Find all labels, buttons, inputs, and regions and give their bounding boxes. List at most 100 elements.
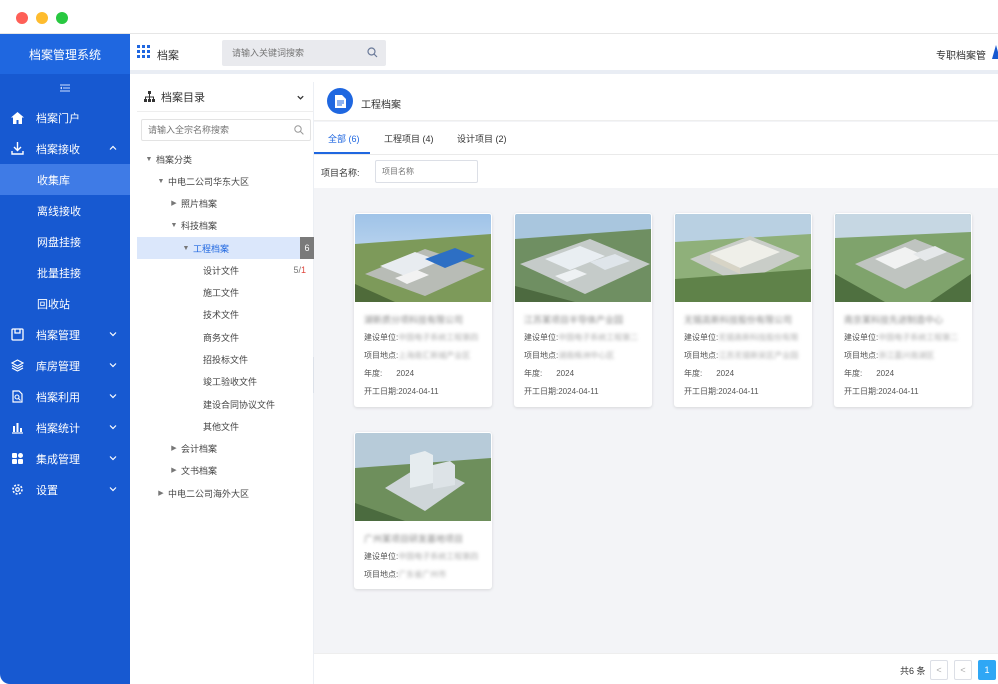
project-card[interactable]: 无锡高新科技股份有限公司 建设单位:无锡高新科技股份有限 项目地点:江苏无锡新吴… (674, 213, 812, 407)
next-page-button[interactable]: < (954, 660, 972, 680)
project-name: 广州某项目研发基地项目 (364, 534, 464, 544)
year-value: 2024 (396, 369, 415, 378)
sidebar-item-offline-receive[interactable]: 离线接收 (0, 195, 130, 226)
close-window-button[interactable] (16, 12, 28, 24)
location-field: 项目地点:广东省广州市 (364, 570, 447, 579)
search-icon[interactable] (294, 125, 304, 135)
global-search-input[interactable] (222, 40, 362, 66)
tab-engineering-projects[interactable]: 工程项目 (4) (384, 132, 434, 145)
tree-node-construction-files[interactable]: 施工文件 (137, 281, 314, 303)
caret-down-icon: ▼ (157, 177, 165, 185)
caret-right-icon: ▶ (158, 490, 164, 497)
project-card[interactable]: 南京某科技先进制造中心 建设单位:中国电子系统工程第二 项目地点:浙江嘉兴南湖区… (834, 213, 972, 407)
location-field: 项目地点:江苏无锡新吴区产业园 (684, 351, 799, 360)
tree-node-photo[interactable]: ▶ 照片档案 (137, 192, 314, 214)
sidebar-item-label: 档案统计 (36, 422, 80, 435)
tree-node-label: 会计档案 (181, 443, 218, 454)
app-grid-icon[interactable] (137, 45, 151, 59)
tree-node-label: 中电二公司海外大区 (168, 488, 250, 499)
sidebar-item-utilization[interactable]: 档案利用 (0, 381, 130, 412)
project-name-input[interactable] (375, 160, 478, 183)
user-avatar-icon[interactable] (992, 45, 998, 59)
sidebar: 档案管理系统 档案门户 档案接收 收集库 离线接收 网盘挂接 批量挂接 回收站 … (0, 34, 130, 684)
tree-node-east-china[interactable]: ▼ 中电二公司华东大区 (137, 170, 314, 192)
tree-node-label: 招投标文件 (203, 354, 249, 365)
tree-node-accounting[interactable]: ▶ 会计档案 (137, 437, 314, 459)
app-brand: 档案管理系统 (0, 34, 130, 74)
tree-header[interactable]: 档案目录 (137, 82, 313, 112)
tree-node-overseas[interactable]: ▶ 中电二公司海外大区 (137, 482, 314, 504)
user-name[interactable]: 专职档案管 (936, 47, 986, 62)
chevron-down-icon[interactable] (296, 93, 305, 102)
sidebar-item-batch-mount[interactable]: 批量挂接 (0, 257, 130, 288)
caret-right-icon: ▶ (171, 200, 177, 207)
window-titlebar (0, 0, 998, 34)
sidebar-item-label: 档案接收 (36, 143, 80, 156)
sidebar-item-receive[interactable]: 档案接收 (0, 133, 130, 164)
tree-node-technical-files[interactable]: 技术文件 (137, 303, 314, 325)
tab-all[interactable]: 全部 (6) (328, 132, 360, 145)
prev-page-button[interactable]: < (930, 660, 948, 680)
tree-node-bidding-files[interactable]: 招投标文件 (137, 348, 314, 370)
tree-node-label: 竣工验收文件 (203, 376, 258, 387)
tree-node-documents[interactable]: ▶ 文书档案 (137, 459, 314, 481)
tree-search-input[interactable] (142, 120, 292, 140)
bar-chart-icon (10, 421, 24, 435)
sidebar-item-integration[interactable]: 集成管理 (0, 443, 130, 474)
chevron-down-icon (109, 332, 117, 337)
sidebar-item-warehouse[interactable]: 库房管理 (0, 350, 130, 381)
project-card[interactable]: 湖新质分项科技有限公司 建设单位:中国电子系统工程第四 项目地点:上海南汇新城产… (354, 213, 492, 407)
tree-node-acceptance-files[interactable]: 竣工验收文件 (137, 370, 314, 392)
tree-node-label: 商务文件 (203, 332, 240, 343)
tree-node-label: 施工文件 (203, 287, 240, 298)
search-icon[interactable] (367, 47, 378, 58)
location-value: 上海南汇新城产业区 (398, 351, 471, 360)
location-field: 项目地点:上海南汇新城产业区 (364, 351, 471, 360)
sidebar-item-netdisk-mount[interactable]: 网盘挂接 (0, 226, 130, 257)
tree-node-category[interactable]: ▼ 档案分类 (137, 148, 314, 170)
tree-node-design-files[interactable]: 设计文件 5/1 (137, 259, 314, 281)
collapse-menu-icon[interactable] (0, 74, 130, 102)
start-date-value: 2024-04-11 (718, 387, 759, 396)
tree-node-other-files[interactable]: 其他文件 (137, 415, 314, 437)
home-icon (10, 111, 24, 125)
sidebar-item-portal[interactable]: 档案门户 (0, 102, 130, 133)
tree-node-label: 档案分类 (156, 154, 193, 165)
tree-node-business-files[interactable]: 商务文件 (137, 326, 314, 348)
page-title: 工程档案 (361, 100, 401, 111)
sidebar-item-label: 集成管理 (36, 453, 80, 466)
sidebar-item-recycle-bin[interactable]: 回收站 (0, 288, 130, 319)
main-content: 工程档案 全部 (6) 工程项目 (4) 设计项目 (2) 项目名称: 项目名称… (314, 82, 998, 684)
minimize-window-button[interactable] (36, 12, 48, 24)
tree-node-engineering[interactable]: ▼ 工程档案 6 (137, 237, 314, 259)
builder-value: 中国电子系统工程第四 (398, 552, 479, 561)
project-card[interactable]: 江苏某项目半导体产业园 建设单位:中国电子系统工程第二 项目地点:湖南株洲中心区… (514, 213, 652, 407)
location-field: 项目地点:湖南株洲中心区 (524, 351, 615, 360)
sidebar-item-label: 设置 (36, 484, 58, 497)
tree-node-tech[interactable]: ▼ 科技档案 (137, 214, 314, 236)
project-name: 江苏某项目半导体产业园 (524, 315, 624, 325)
builder-field: 建设单位:中国电子系统工程第二 (524, 333, 639, 342)
app-window: 档案管理系统 档案门户 档案接收 收集库 离线接收 网盘挂接 批量挂接 回收站 … (0, 0, 998, 684)
tree-node-label: 科技档案 (181, 220, 218, 231)
builder-field: 建设单位:中国电子系统工程第四 (364, 333, 479, 342)
year-value: 2024 (556, 369, 575, 378)
sidebar-item-statistics[interactable]: 档案统计 (0, 412, 130, 443)
sidebar-item-collection[interactable]: 收集库 (0, 164, 130, 195)
year-value: 2024 (716, 369, 735, 378)
builder-value: 无锡高新科技股份有限 (718, 333, 799, 342)
project-card[interactable]: 广州某项目研发基地项目 建设单位:中国电子系统工程第四 项目地点:广东省广州市 (354, 432, 492, 589)
start-date-field: 开工日期:2024-04-11 (684, 387, 759, 396)
sidebar-item-settings[interactable]: 设置 (0, 474, 130, 505)
start-date-value: 2024-04-11 (398, 387, 439, 396)
builder-value: 中国电子系统工程第四 (398, 333, 479, 342)
tab-design-projects[interactable]: 设计项目 (2) (457, 132, 507, 145)
chevron-up-icon (109, 145, 117, 150)
maximize-window-button[interactable] (56, 12, 68, 24)
page-1-button[interactable]: 1 (978, 660, 996, 680)
sidebar-item-archive-management[interactable]: 档案管理 (0, 319, 130, 350)
tree-node-contract-files[interactable]: 建设合同协议文件 (137, 393, 314, 415)
year-field: 年度: 2024 (684, 369, 735, 378)
project-thumbnail (355, 214, 491, 302)
location-value: 浙江嘉兴南湖区 (878, 351, 935, 360)
